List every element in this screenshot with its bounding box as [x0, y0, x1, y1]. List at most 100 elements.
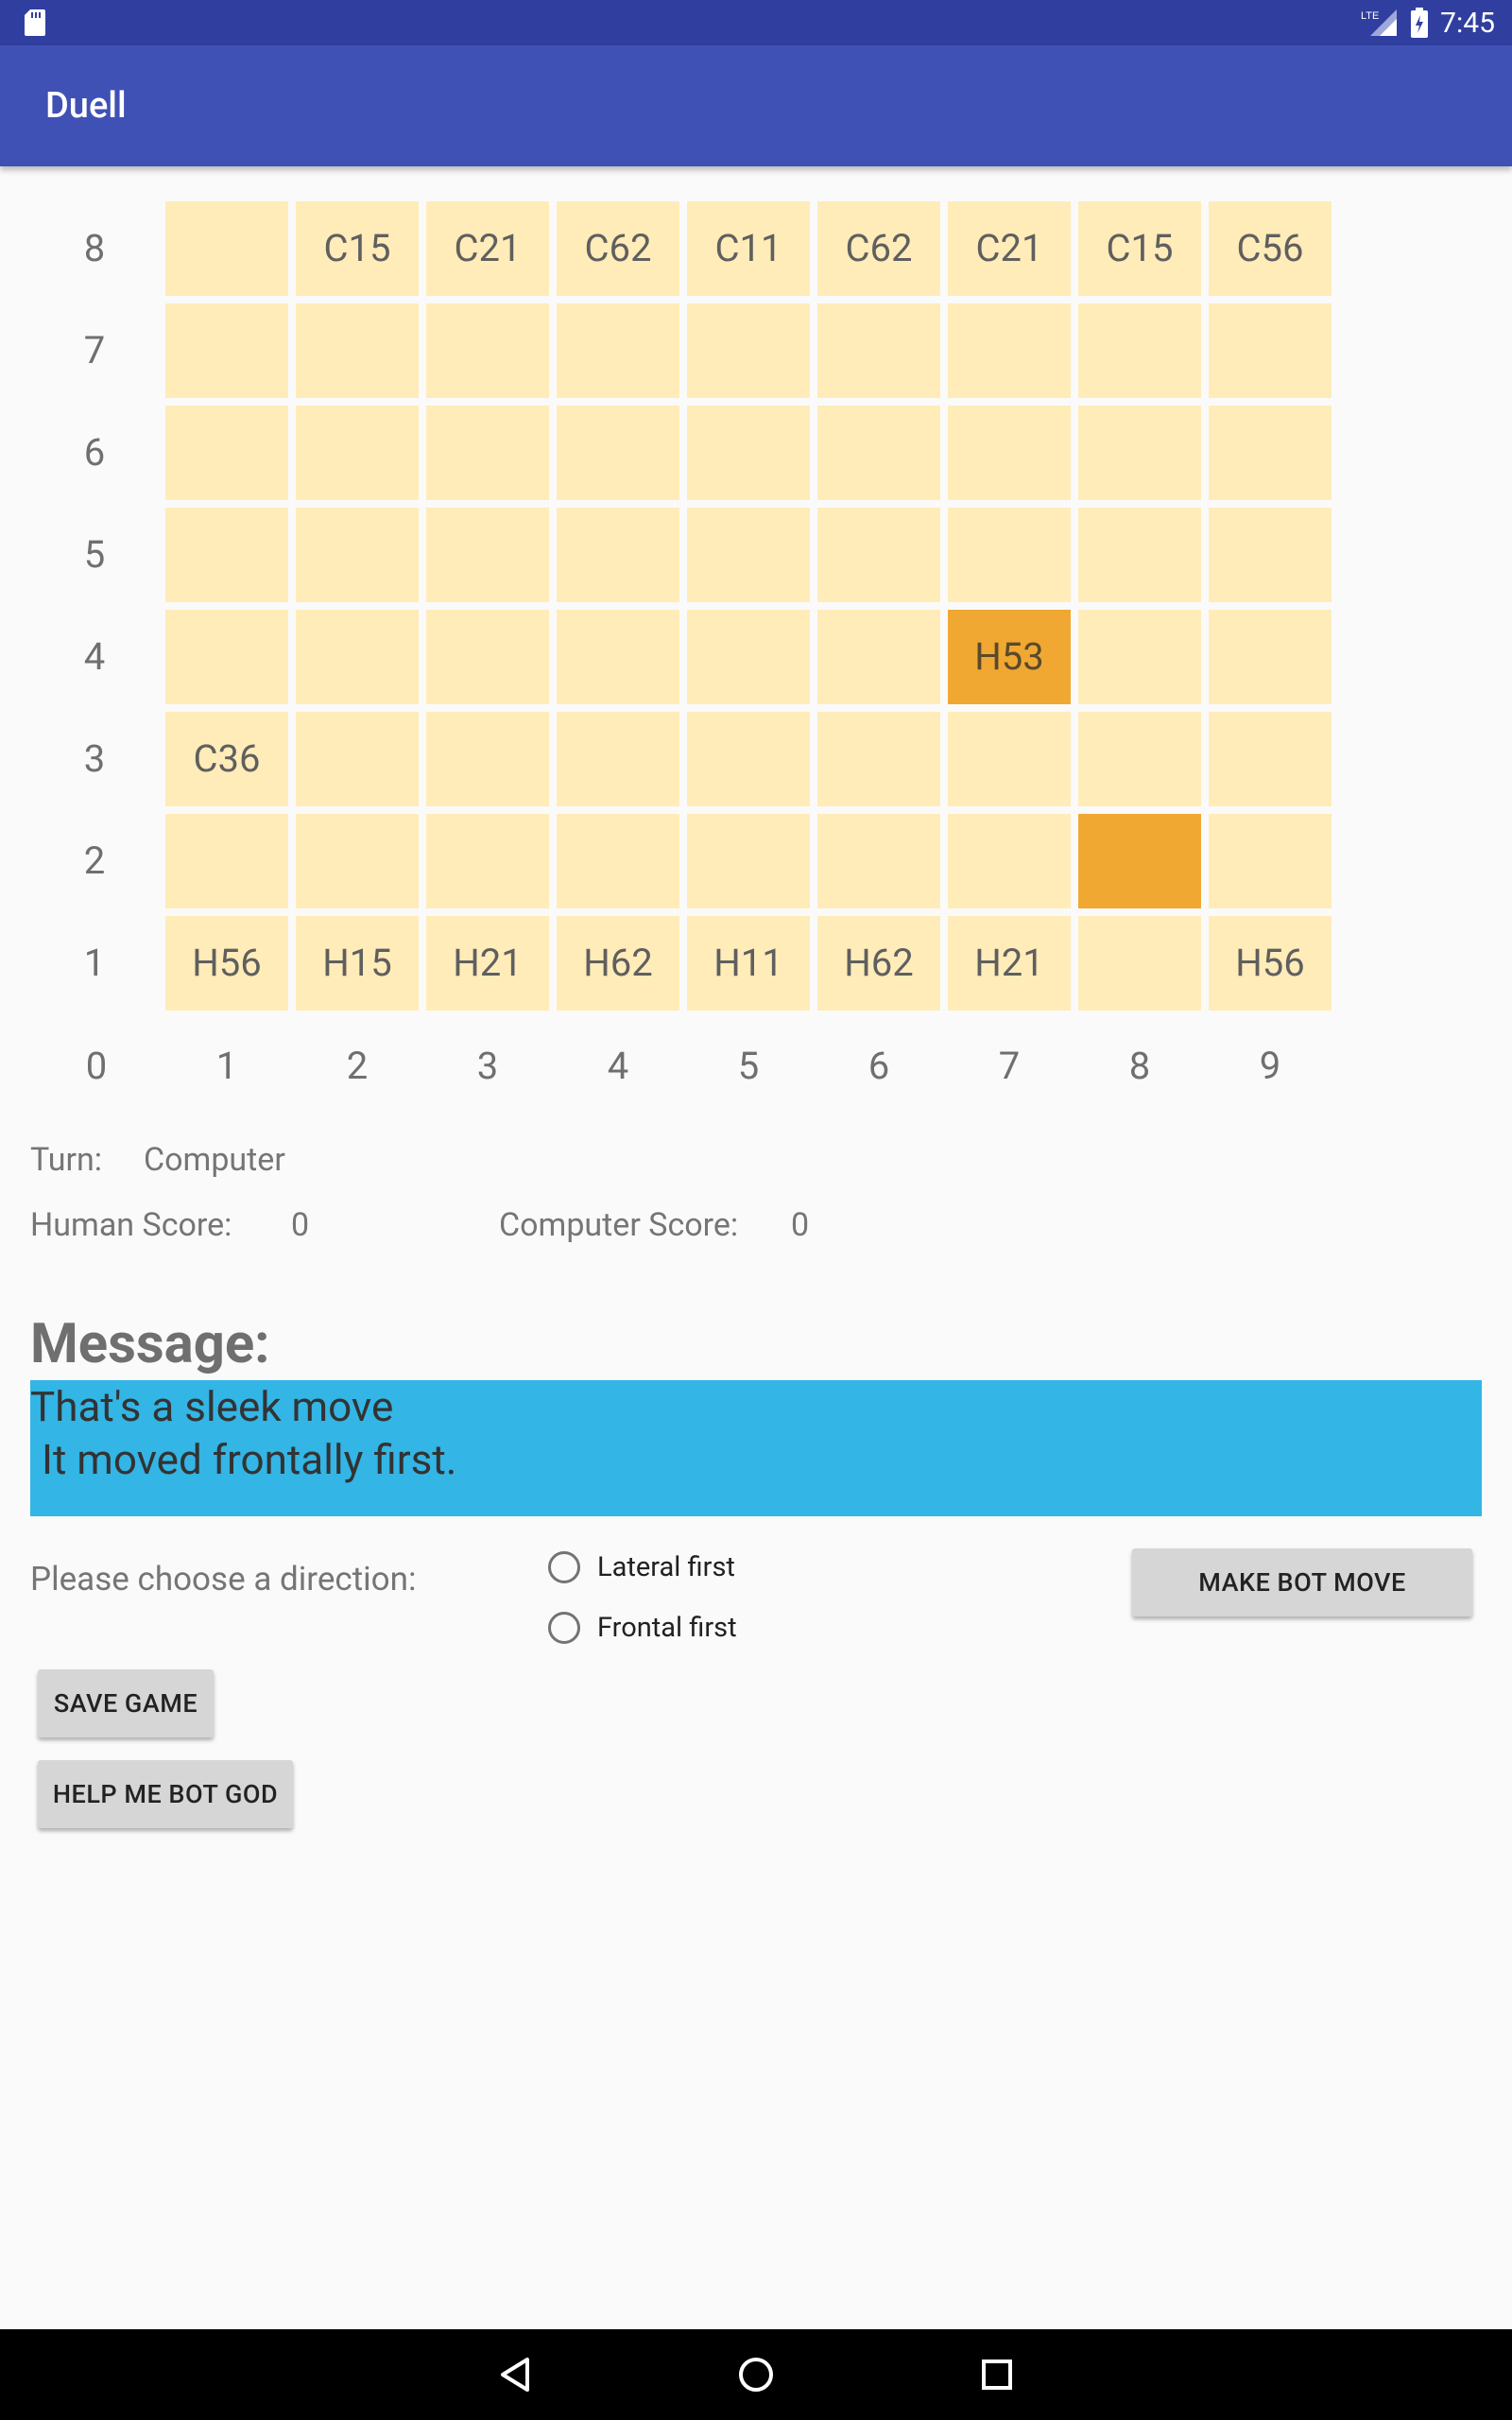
board-cell[interactable] — [948, 406, 1071, 500]
board-cell[interactable] — [1209, 610, 1332, 704]
board-cell[interactable]: C56 — [1209, 201, 1332, 296]
board-cell[interactable] — [426, 610, 549, 704]
home-icon[interactable] — [711, 2329, 801, 2420]
board-cell[interactable] — [557, 406, 679, 500]
row-label: 4 — [83, 634, 106, 679]
board-cell[interactable] — [687, 508, 810, 602]
board-cell[interactable] — [1209, 814, 1332, 908]
board-cell[interactable]: C21 — [426, 201, 549, 296]
board-cell[interactable]: H15 — [296, 916, 419, 1011]
radio-circle-icon[interactable] — [548, 1612, 580, 1644]
board-cell[interactable] — [296, 712, 419, 806]
board-cell[interactable] — [948, 712, 1071, 806]
board-cell[interactable] — [557, 508, 679, 602]
board-cell[interactable] — [1209, 303, 1332, 398]
board-cell[interactable]: C21 — [948, 201, 1071, 296]
board-cell[interactable] — [948, 508, 1071, 602]
column-label: 9 — [1259, 1044, 1281, 1088]
row-label: 3 — [83, 736, 106, 781]
board-cell[interactable] — [426, 508, 549, 602]
board-cell[interactable] — [426, 712, 549, 806]
board-cell[interactable] — [557, 303, 679, 398]
board-cell[interactable] — [1209, 508, 1332, 602]
board-cell[interactable] — [1078, 610, 1201, 704]
help-me-bot-god-button[interactable]: HELP ME BOT GOD — [38, 1760, 293, 1828]
board-cell[interactable]: H56 — [165, 916, 288, 1011]
board-cell[interactable]: H56 — [1209, 916, 1332, 1011]
board-cell[interactable] — [557, 814, 679, 908]
board-cell[interactable] — [1078, 303, 1201, 398]
turn-value: Computer — [144, 1141, 285, 1179]
human-score-value: 0 — [291, 1206, 310, 1244]
board-cell[interactable]: C36 — [165, 712, 288, 806]
board-cell[interactable] — [948, 814, 1071, 908]
board-cell[interactable] — [165, 814, 288, 908]
board-cell[interactable]: H21 — [948, 916, 1071, 1011]
board-cell[interactable]: C15 — [296, 201, 419, 296]
status-time: 7:45 — [1440, 6, 1495, 40]
board-cell[interactable]: H53 — [948, 610, 1071, 704]
board-cell[interactable] — [1209, 406, 1332, 500]
board-cell[interactable] — [687, 814, 810, 908]
board-cell[interactable]: H21 — [426, 916, 549, 1011]
column-label: 2 — [346, 1044, 369, 1088]
board-cell[interactable] — [296, 406, 419, 500]
board-cell[interactable] — [296, 303, 419, 398]
board-cell[interactable] — [817, 712, 940, 806]
radio-circle-icon[interactable] — [548, 1551, 580, 1583]
board-cell[interactable]: C62 — [557, 201, 679, 296]
board-cell[interactable] — [948, 303, 1071, 398]
save-game-button[interactable]: SAVE GAME — [38, 1669, 214, 1737]
board-cell[interactable] — [817, 610, 940, 704]
board-cell[interactable] — [426, 814, 549, 908]
board-cell[interactable] — [817, 303, 940, 398]
column-label: 7 — [998, 1044, 1021, 1088]
board-cell[interactable] — [1078, 712, 1201, 806]
board-cell[interactable] — [426, 406, 549, 500]
column-label: 1 — [215, 1044, 238, 1088]
board-cell[interactable] — [165, 508, 288, 602]
navigation-bar — [0, 2329, 1512, 2420]
board-cell[interactable] — [165, 201, 288, 296]
recents-icon[interactable] — [952, 2329, 1042, 2420]
radio-lateral-first[interactable]: Lateral first — [548, 1546, 735, 1589]
column-label: 3 — [476, 1044, 499, 1088]
message-line-2: It moved frontally first. — [42, 1435, 457, 1484]
board-cell[interactable] — [296, 814, 419, 908]
board-cell[interactable] — [817, 814, 940, 908]
turn-label: Turn: — [30, 1141, 102, 1179]
board-cell[interactable] — [426, 303, 549, 398]
board-cell[interactable] — [557, 712, 679, 806]
board-cell[interactable] — [165, 303, 288, 398]
row-label: 6 — [83, 430, 106, 475]
board-cell[interactable] — [817, 508, 940, 602]
board-cell[interactable]: H11 — [687, 916, 810, 1011]
board-cell[interactable] — [165, 610, 288, 704]
board-cell[interactable]: C15 — [1078, 201, 1201, 296]
radio-frontal-first[interactable]: Frontal first — [548, 1606, 737, 1650]
board-cell[interactable] — [1078, 406, 1201, 500]
board-cell[interactable] — [687, 303, 810, 398]
row-label: 5 — [83, 532, 106, 577]
board-cell[interactable] — [1209, 712, 1332, 806]
board-cell[interactable] — [296, 508, 419, 602]
board-cell[interactable]: H62 — [817, 916, 940, 1011]
human-score-label: Human Score: — [30, 1206, 232, 1244]
board-cell[interactable] — [817, 406, 940, 500]
board-cell[interactable] — [687, 610, 810, 704]
board-cell[interactable] — [165, 406, 288, 500]
board-cell[interactable] — [557, 610, 679, 704]
make-bot-move-button[interactable]: MAKE BOT MOVE — [1132, 1548, 1472, 1616]
board-cell[interactable]: H62 — [557, 916, 679, 1011]
board-cell[interactable] — [687, 406, 810, 500]
board-cell[interactable] — [1078, 508, 1201, 602]
board-cell[interactable]: C62 — [817, 201, 940, 296]
board-cell[interactable]: C11 — [687, 201, 810, 296]
board-cell[interactable] — [296, 610, 419, 704]
back-icon[interactable] — [471, 2329, 561, 2420]
board-cell[interactable] — [1078, 916, 1201, 1011]
battery-icon — [1411, 8, 1429, 38]
column-label: 5 — [737, 1044, 760, 1088]
board-cell[interactable] — [687, 712, 810, 806]
board-cell[interactable] — [1078, 814, 1201, 908]
